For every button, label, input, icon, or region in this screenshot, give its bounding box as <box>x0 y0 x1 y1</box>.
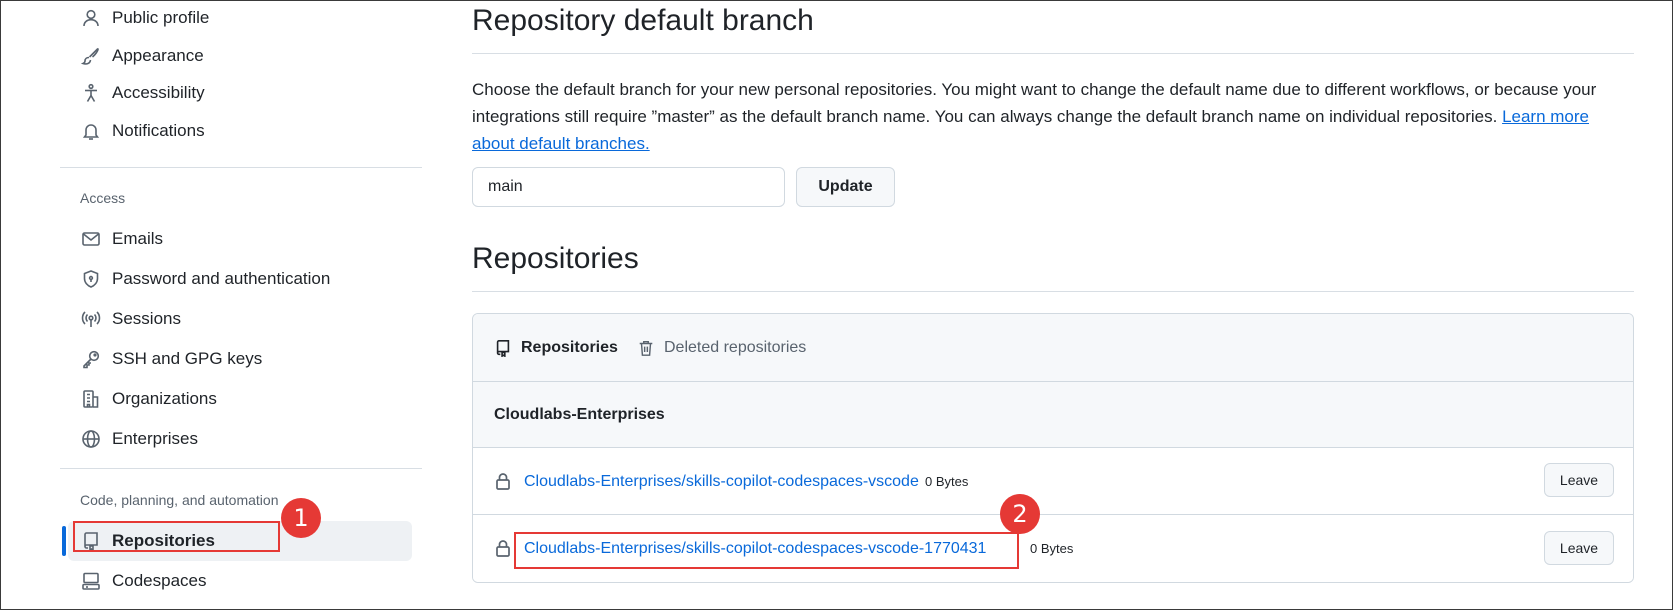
org-name: Cloudlabs-Enterprises <box>494 406 665 423</box>
repositories-heading: Repositories <box>472 242 639 275</box>
settings-main: Repository default branch Choose the def… <box>472 0 1634 610</box>
sidebar-item-label: Public profile <box>112 8 210 27</box>
sidebar-item-label: Emails <box>112 229 164 248</box>
description-text: Choose the default branch for your new p… <box>472 80 1597 126</box>
lock-icon <box>496 540 510 557</box>
sidebar-selected-indicator <box>62 526 66 556</box>
update-button[interactable]: Update <box>796 167 895 207</box>
repo-link[interactable]: Cloudlabs-Enterprises/skills-copilot-cod… <box>524 448 919 515</box>
broadcast-icon <box>80 308 102 330</box>
sidebar-item-label: SSH and GPG keys <box>112 349 263 368</box>
sidebar-item-codespaces[interactable]: Codespaces <box>80 565 207 597</box>
trash-icon <box>639 340 653 356</box>
sidebar-divider <box>60 468 422 469</box>
shield-lock-icon <box>80 268 102 290</box>
tab-deleted-repositories[interactable]: Deleted repositories <box>637 314 806 382</box>
sidebar-item-notifications[interactable]: Notifications <box>80 115 205 147</box>
default-branch-description: Choose the default branch for your new p… <box>472 76 1634 157</box>
repo-size: 0 Bytes <box>925 474 969 489</box>
organization-icon <box>80 388 102 410</box>
mail-icon <box>80 228 102 250</box>
repo-row: Cloudlabs-Enterprises/skills-copilot-cod… <box>473 448 1633 515</box>
leave-button[interactable]: Leave <box>1544 463 1614 497</box>
heading-divider <box>472 53 1634 54</box>
callout-box-2 <box>514 532 1019 569</box>
default-branch-heading: Repository default branch <box>472 4 814 37</box>
paintbrush-icon <box>80 45 102 67</box>
sidebar-item-ssh-gpg-keys[interactable]: SSH and GPG keys <box>80 343 262 375</box>
sidebar-item-organizations[interactable]: Organizations <box>80 383 217 415</box>
sidebar-item-label: Accessibility <box>112 83 205 102</box>
callout-number-1: 1 <box>281 498 321 538</box>
heading-divider <box>472 291 1634 292</box>
sidebar-item-label: Appearance <box>112 46 204 65</box>
sidebar-item-password[interactable]: Password and authentication <box>80 263 330 295</box>
sidebar-heading-code: Code, planning, and automation <box>80 492 279 508</box>
bell-icon <box>80 120 102 142</box>
lock-icon <box>496 473 510 490</box>
sidebar-item-sessions[interactable]: Sessions <box>80 303 181 335</box>
sidebar-item-label: Sessions <box>112 309 181 328</box>
settings-sidebar: Public profile Appearance Accessibility … <box>60 0 422 610</box>
sidebar-divider <box>60 167 422 168</box>
tab-label: Repositories <box>521 339 618 356</box>
accessibility-icon <box>80 82 102 104</box>
key-icon <box>80 348 102 370</box>
codespaces-icon <box>80 570 102 592</box>
repo-icon <box>496 339 510 357</box>
sidebar-item-emails[interactable]: Emails <box>80 223 163 255</box>
sidebar-item-appearance[interactable]: Appearance <box>80 40 204 72</box>
sidebar-item-label: Notifications <box>112 121 205 140</box>
callout-number-2: 2 <box>1000 494 1040 534</box>
tab-label: Deleted repositories <box>664 339 807 356</box>
sidebar-item-enterprises[interactable]: Enterprises <box>80 423 198 455</box>
org-group-header: Cloudlabs-Enterprises <box>473 382 1633 448</box>
default-branch-input[interactable]: main <box>472 167 785 207</box>
globe-icon <box>80 428 102 450</box>
sidebar-item-label: Codespaces <box>112 571 207 590</box>
person-icon <box>80 7 102 29</box>
sidebar-heading-access: Access <box>80 190 126 206</box>
sidebar-item-public-profile[interactable]: Public profile <box>80 2 209 34</box>
tab-repositories[interactable]: Repositories <box>494 314 618 382</box>
repositories-tabs: Repositories Deleted repositories <box>473 314 1633 382</box>
sidebar-item-label: Password and authentication <box>112 269 331 288</box>
leave-button[interactable]: Leave <box>1544 531 1614 565</box>
callout-box-1 <box>73 521 280 552</box>
sidebar-item-accessibility[interactable]: Accessibility <box>80 77 205 109</box>
sidebar-item-label: Enterprises <box>112 429 198 448</box>
sidebar-item-label: Organizations <box>112 389 217 408</box>
